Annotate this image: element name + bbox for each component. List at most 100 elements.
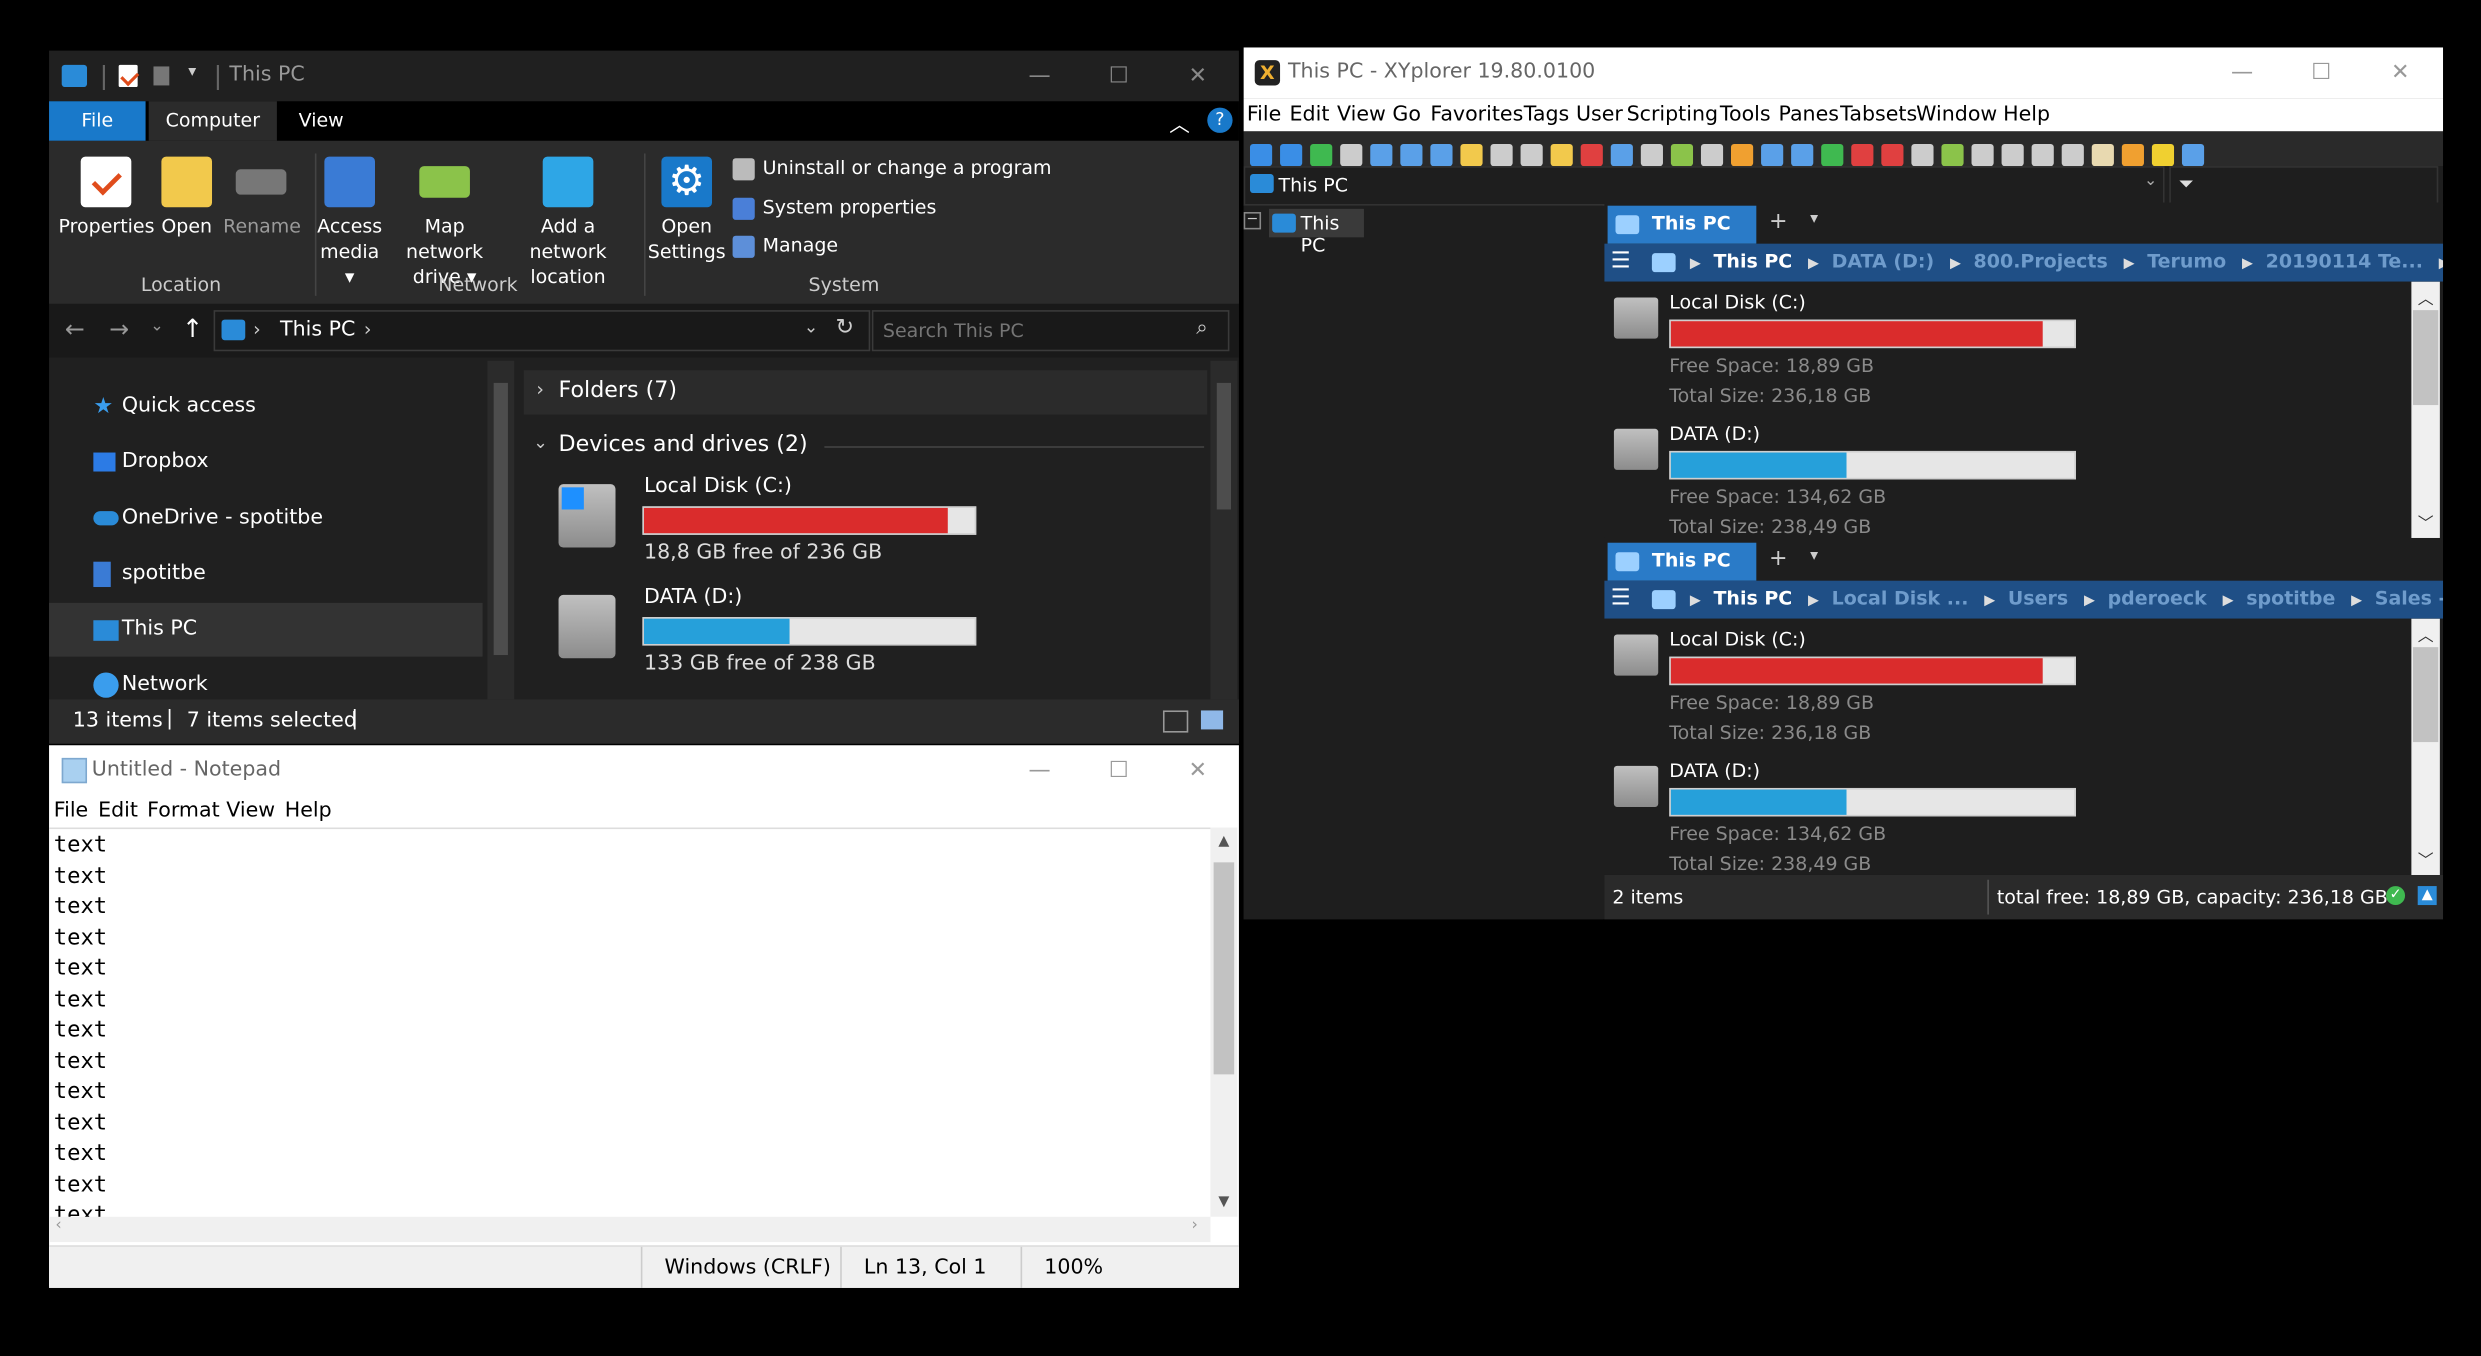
search-box[interactable]: ⌕ bbox=[871, 310, 1230, 352]
tag-icon[interactable] bbox=[2091, 143, 2114, 166]
search-icon[interactable] bbox=[1761, 143, 1784, 166]
address-field[interactable]: This PC ⌄ bbox=[1243, 166, 2165, 206]
add-network-location-button[interactable]: Add a network location bbox=[505, 156, 632, 290]
menu-help[interactable]: Help bbox=[285, 799, 332, 823]
grid-icon[interactable] bbox=[2001, 143, 2024, 166]
breadcrumb-item[interactable]: Users bbox=[2008, 587, 2068, 609]
help-icon[interactable]: ? bbox=[1207, 107, 1233, 133]
menu-format[interactable]: Format bbox=[147, 799, 219, 823]
up-arrow-icon[interactable] bbox=[1310, 143, 1333, 166]
menu-window[interactable]: Window bbox=[1916, 103, 1997, 127]
system-properties-button[interactable]: System properties bbox=[732, 193, 936, 221]
back-arrow-icon[interactable] bbox=[1249, 143, 1273, 166]
checkbox-icon[interactable] bbox=[1700, 143, 1724, 166]
manage-button[interactable]: Manage bbox=[732, 231, 838, 259]
scroll-down-arrow-icon[interactable]: ▼ bbox=[1218, 1195, 1229, 1211]
nav-item-onedrive[interactable]: OneDrive - spotitbe bbox=[49, 492, 483, 546]
new-folder-quick-icon[interactable] bbox=[153, 66, 170, 86]
customize-quick-access-chevron-icon[interactable]: ▾ bbox=[188, 63, 196, 80]
breadcrumb-item[interactable]: 20190114 Te... bbox=[2266, 250, 2423, 272]
search-input[interactable] bbox=[879, 316, 1187, 345]
list-scrollbar[interactable]: ︿ ﹀ bbox=[2411, 618, 2440, 875]
tree-icon[interactable] bbox=[1670, 143, 1694, 166]
breadcrumb-item[interactable]: This PC bbox=[1713, 587, 1792, 609]
breadcrumb-item[interactable]: Terumo bbox=[2147, 250, 2226, 272]
map-network-drive-button[interactable]: Map network drive ▾ bbox=[388, 157, 502, 290]
address-bar[interactable]: › This PC › ⌄ ↻ bbox=[213, 310, 871, 352]
breadcrumb-item[interactable]: pderoeck bbox=[2108, 587, 2207, 609]
tab-list-chevron-icon[interactable]: ▾ bbox=[1810, 210, 1818, 227]
recent-locations-chevron-icon[interactable]: ⌄ bbox=[150, 318, 163, 335]
menu-panes[interactable]: Panes bbox=[1778, 103, 1838, 127]
properties-quick-icon[interactable] bbox=[118, 64, 140, 88]
breadcrumb-item[interactable]: This PC bbox=[1713, 250, 1792, 272]
nav-item-spotitbe[interactable]: spotitbe bbox=[49, 547, 483, 601]
notepad-horizontal-scrollbar[interactable]: ‹ › bbox=[49, 1216, 1211, 1243]
close-button[interactable]: ✕ bbox=[2361, 47, 2440, 98]
flower-icon[interactable] bbox=[2121, 143, 2144, 166]
nav-item-this-pc[interactable]: This PC bbox=[49, 602, 483, 657]
menu-user[interactable]: User bbox=[1576, 103, 1623, 127]
find-icon[interactable] bbox=[1400, 143, 1423, 166]
list-scrollbar[interactable]: ︿ ﹀ bbox=[2411, 281, 2440, 538]
nav-scrollbar[interactable] bbox=[487, 360, 515, 700]
nav-item-dropbox[interactable]: Dropbox bbox=[49, 435, 483, 489]
forward-arrow-icon[interactable] bbox=[1280, 143, 1303, 166]
menu-edit[interactable]: Edit bbox=[98, 799, 138, 823]
drive-item-c[interactable]: Local Disk (C:) 18,8 GB free of 236 GB bbox=[552, 472, 1027, 570]
large-icons-view-icon[interactable] bbox=[1200, 710, 1224, 730]
quick-filter-box[interactable]: ⏷ bbox=[2169, 166, 2439, 206]
new-tab-plus-icon[interactable]: + bbox=[1769, 546, 1788, 571]
uninstall-program-button[interactable]: Uninstall or change a program bbox=[732, 153, 1052, 181]
breadcrumb-item[interactable]: Local Disk ... bbox=[1832, 587, 1969, 609]
scroll-left-arrow-icon[interactable]: ‹ bbox=[55, 1217, 61, 1234]
redo-icon[interactable] bbox=[1640, 143, 1663, 166]
menu-go[interactable]: Go bbox=[1392, 103, 1421, 127]
content-scrollbar[interactable] bbox=[1210, 360, 1238, 700]
menu-tools[interactable]: Tools bbox=[1720, 103, 1771, 127]
breadcrumb-item[interactable]: 800.Projects bbox=[1974, 250, 2108, 272]
menu-edit[interactable]: Edit bbox=[1290, 103, 1330, 127]
open-button[interactable]: Open bbox=[157, 156, 217, 239]
scroll-down-arrow-icon[interactable]: ﹀ bbox=[2418, 509, 2434, 533]
drive-item[interactable]: DATA (D:) Free Space: 134,62 GB Total Size… bbox=[1604, 419, 2427, 538]
brush-icon[interactable] bbox=[2151, 143, 2175, 166]
moon-icon[interactable] bbox=[1911, 143, 1934, 166]
undo-icon[interactable] bbox=[1610, 143, 1633, 166]
properties-button[interactable]: Properties bbox=[59, 156, 155, 239]
address-dropdown-chevron-icon[interactable]: ⌄ bbox=[2144, 172, 2157, 189]
minimize-button[interactable]: — bbox=[1000, 745, 1079, 796]
target-icon[interactable] bbox=[1370, 143, 1393, 166]
menu-hamburger-icon[interactable]: ☰ bbox=[1611, 248, 1631, 273]
breadcrumb-item[interactable]: Sales - Ma bbox=[2375, 587, 2443, 609]
tab-this-pc[interactable]: This PC bbox=[1607, 205, 1757, 244]
tab-computer[interactable]: Computer bbox=[148, 101, 277, 141]
scroll-right-arrow-icon[interactable]: › bbox=[1191, 1217, 1197, 1234]
list-scrollbar-thumb[interactable] bbox=[2412, 310, 2439, 406]
up-arrow-icon[interactable]: ↑ bbox=[182, 313, 203, 343]
drive-item-d[interactable]: DATA (D:) 133 GB free of 238 GB bbox=[552, 582, 1027, 680]
menu-file[interactable]: File bbox=[1247, 103, 1281, 127]
close-button[interactable]: ✕ bbox=[1158, 51, 1237, 102]
list-scrollbar-thumb[interactable] bbox=[2412, 647, 2439, 743]
minimize-button[interactable]: — bbox=[1000, 51, 1079, 102]
maximize-button[interactable]: ☐ bbox=[1079, 745, 1158, 796]
menu-hamburger-icon[interactable]: ☰ bbox=[1611, 585, 1631, 610]
tree-collapse-icon[interactable]: − bbox=[1243, 212, 1262, 230]
scroll-down-arrow-icon[interactable]: ﹀ bbox=[2418, 847, 2434, 870]
filter-green-icon[interactable] bbox=[1821, 143, 1844, 166]
menu-help[interactable]: Help bbox=[2003, 103, 2050, 127]
drive-item[interactable]: Local Disk (C:) Free Space: 18,89 GB Total… bbox=[1604, 625, 2427, 752]
collapse-ribbon-chevron-icon[interactable]: ︿ bbox=[1169, 108, 1190, 138]
bug-icon[interactable] bbox=[1851, 143, 1874, 166]
target-red-icon[interactable] bbox=[1881, 143, 1904, 166]
tree-item-this-pc[interactable]: This PC bbox=[1268, 208, 1364, 256]
access-media-button[interactable]: Access media ▾ bbox=[315, 156, 385, 290]
maximize-button[interactable]: ☐ bbox=[1079, 51, 1158, 102]
nav-item-quick-access[interactable]: ★ Quick access bbox=[49, 380, 483, 434]
goto-icon[interactable] bbox=[1430, 143, 1453, 166]
close-button[interactable]: ✕ bbox=[1158, 745, 1237, 796]
menu-view[interactable]: View bbox=[1337, 103, 1386, 127]
new-folder-icon[interactable] bbox=[1460, 143, 1483, 166]
tab-file[interactable]: File bbox=[49, 101, 146, 141]
